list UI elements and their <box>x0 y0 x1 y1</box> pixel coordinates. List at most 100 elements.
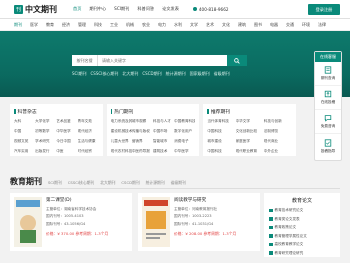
journal-link[interactable]: 当代体育科技 <box>207 119 235 124</box>
journal-link[interactable]: 现代农村科技 <box>111 149 132 154</box>
hot-link[interactable]: 省级期刊 <box>214 71 230 77</box>
journal-link[interactable]: 营销界 <box>132 139 153 144</box>
category-item[interactable]: 文化 <box>222 22 230 28</box>
journal-link[interactable]: 数字化用户 <box>174 129 195 134</box>
section-tab[interactable]: CSCD期刊 <box>121 180 139 186</box>
journal-title[interactable]: 第二课堂(D) <box>46 197 108 203</box>
list-item[interactable]: 高校教育教学论文 <box>269 242 335 247</box>
category-item[interactable]: 电力 <box>158 22 166 28</box>
category-item[interactable]: 经济 <box>62 22 70 28</box>
sidebar-item-submit[interactable]: 在线投稿 <box>315 86 341 110</box>
search-type-select[interactable]: 按刊名搜 <box>72 55 98 66</box>
list-item[interactable]: 教育技术研究论文 <box>269 208 335 213</box>
journal-link[interactable]: 传播与版权 <box>132 129 153 134</box>
journal-link[interactable]: 大科 <box>14 119 35 124</box>
journal-link[interactable]: 中医药导报 <box>132 149 153 154</box>
hot-link[interactable]: 国家级期刊 <box>190 71 210 77</box>
hot-link[interactable]: SCI期刊 <box>72 71 87 77</box>
journal-link[interactable]: 中国教育科技 <box>174 119 195 124</box>
journal-link[interactable]: 建筑技术 <box>153 149 174 154</box>
category-item[interactable]: 艺术 <box>206 22 214 28</box>
journal-link[interactable]: 科技与人才 <box>153 119 174 124</box>
hot-link[interactable]: 北大期刊 <box>122 71 138 77</box>
journal-link[interactable]: 中国 <box>14 129 35 134</box>
journal-link[interactable]: 中国科技 <box>207 129 235 134</box>
journal-link[interactable]: 电力系统及其 <box>111 119 132 124</box>
journal-link[interactable]: 中医 <box>56 149 77 154</box>
journal-link[interactable]: 今日中国 <box>56 139 77 144</box>
category-item[interactable]: 法律 <box>318 22 326 28</box>
section-tab[interactable]: 北大期刊 <box>100 180 115 186</box>
journal-link[interactable]: 出版发行 <box>35 149 56 154</box>
sidebar-item-consult[interactable]: 免费咨询 <box>315 110 341 134</box>
nav-item-home[interactable]: 首页 <box>73 6 81 12</box>
journal-link[interactable]: 艺术品鉴 <box>56 119 77 124</box>
journal-link[interactable]: 初等数学 <box>35 129 56 134</box>
journal-link[interactable]: 法制博览 <box>264 129 292 134</box>
journal-link[interactable]: 中国市场 <box>153 129 174 134</box>
journal-link[interactable]: 科技与创新 <box>264 119 292 124</box>
site-logo[interactable]: 刊 中文期刊 <box>14 4 57 15</box>
journal-link[interactable]: 大学化学 <box>35 119 56 124</box>
section-tab[interactable]: SCI期刊 <box>48 180 62 186</box>
nav-item-sci[interactable]: SCI期刊 <box>114 6 129 12</box>
journal-link[interactable]: 智能城市 <box>153 139 174 144</box>
category-item[interactable]: 期刊 <box>14 22 22 28</box>
journal-link[interactable]: 中外企业 <box>264 149 292 154</box>
journal-link[interactable]: 中国科技 <box>207 149 235 154</box>
journal-link[interactable]: 现代经济 <box>78 129 99 134</box>
login-register-button[interactable]: 登录注册 <box>308 4 340 15</box>
journal-link[interactable]: 儿童大世界 <box>111 139 132 144</box>
category-item[interactable]: 文学 <box>190 22 198 28</box>
section-tab[interactable]: CSSCI核心期刊 <box>68 180 94 186</box>
category-item[interactable]: 教育 <box>46 22 54 28</box>
journal-link[interactable]: 城市建设 <box>207 139 235 144</box>
journal-link[interactable]: 现代商业 <box>264 139 292 144</box>
nav-item-qa[interactable]: 科普问答 <box>137 6 154 12</box>
search-input[interactable] <box>98 55 227 66</box>
nav-item-journals[interactable]: 期刊中心 <box>89 6 106 12</box>
category-item[interactable]: 工业 <box>110 22 118 28</box>
category-item[interactable]: 管理 <box>78 22 86 28</box>
journal-link[interactable]: 青年文苑 <box>78 119 99 124</box>
journal-link[interactable]: 建设机械技术 <box>111 129 132 134</box>
journal-link[interactable]: 中华文学 <box>236 119 264 124</box>
category-item[interactable]: 医学 <box>30 22 38 28</box>
journal-link[interactable]: 中华医学 <box>56 129 77 134</box>
hot-link[interactable]: CSCD期刊 <box>142 71 161 77</box>
journal-link[interactable]: 家庭医学 <box>236 139 264 144</box>
journal-link[interactable]: 城市观察 <box>132 119 153 124</box>
section-tab[interactable]: 统计源期刊 <box>146 180 165 186</box>
journal-title[interactable]: 阅读教学与研究 <box>174 197 236 203</box>
category-item[interactable]: 图书 <box>254 22 262 28</box>
journal-link[interactable]: 汽车实用 <box>14 149 35 154</box>
category-item[interactable]: 农业 <box>142 22 150 28</box>
journal-card[interactable]: 第二课堂(D) 主管单位：湖南省科学技术协会 国内刊号：1005-4103 国际… <box>10 193 132 251</box>
category-item[interactable]: 科技 <box>94 22 102 28</box>
search-button[interactable] <box>227 55 247 66</box>
hot-link[interactable]: CSSCI核心期刊 <box>91 71 119 77</box>
journal-link[interactable]: 消费电子 <box>174 139 195 144</box>
sidebar-item-guide[interactable]: 投稿指导 <box>315 134 341 158</box>
category-item[interactable]: 环境 <box>302 22 310 28</box>
category-item[interactable]: 建筑 <box>238 22 246 28</box>
section-tab[interactable]: 省级期刊 <box>171 180 186 186</box>
list-item[interactable]: 教育政策论文 <box>269 225 335 230</box>
nav-item-publish[interactable]: 论文发表 <box>162 6 179 12</box>
journal-link[interactable]: 视频文苑 <box>14 139 35 144</box>
journal-card[interactable]: 阅读教学与研究 主管单位：河南教育报刊社 国内刊号：1003-2223 国际刊号… <box>138 193 260 251</box>
list-item[interactable]: 教育研究理论研究 <box>269 251 335 256</box>
journal-link[interactable]: 现代职业教育 <box>236 149 264 154</box>
hot-link[interactable]: 统计源期刊 <box>166 71 186 77</box>
journal-link[interactable]: 中华医学 <box>174 149 195 154</box>
category-item[interactable]: 交通 <box>286 22 294 28</box>
journal-link[interactable]: 学术研究 <box>35 139 56 144</box>
sidebar-item-query[interactable]: 期刊查询 <box>315 62 341 86</box>
list-item[interactable]: 教育类论文发表 <box>269 217 335 222</box>
journal-link[interactable]: 文化创新比较 <box>236 129 264 134</box>
list-item[interactable]: 教育管理学属性论文 <box>269 234 335 239</box>
category-item[interactable]: 机械 <box>126 22 134 28</box>
category-item[interactable]: 水利 <box>174 22 182 28</box>
journal-link[interactable]: 时代经贸 <box>78 149 99 154</box>
category-item[interactable]: 电器 <box>270 22 278 28</box>
